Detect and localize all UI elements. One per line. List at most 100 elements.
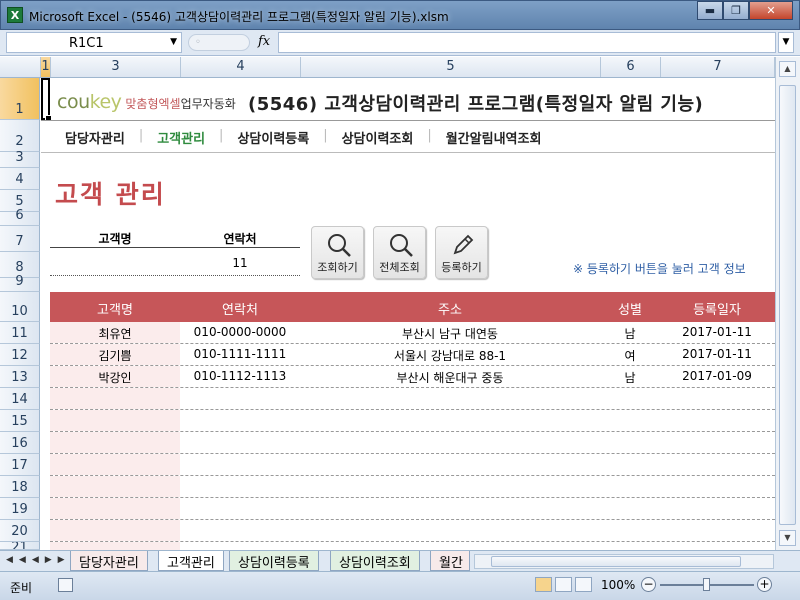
vertical-scrollbar[interactable]: ▲ ▼ xyxy=(775,57,800,550)
table-row[interactable] xyxy=(50,388,775,410)
row-header[interactable]: 19 xyxy=(0,498,40,520)
column-header[interactable]: 5 xyxy=(301,57,601,77)
column-header-address: 주소 xyxy=(438,303,462,318)
sheet-tab-bar: ◀◀◀▶▶▶ 담당자관리 고객관리 상담이력등록 상담이력조회 월간 xyxy=(0,550,800,571)
table-row[interactable]: 최유연 010-0000-0000 부산시 남구 대연동 남 2017-01-1… xyxy=(50,322,775,344)
name-box-value: R1C1 xyxy=(69,36,104,51)
row-header[interactable]: 20 xyxy=(0,520,40,542)
row-header[interactable]: 12 xyxy=(0,344,40,366)
magnifier-icon xyxy=(390,234,413,257)
row-header[interactable]: 3 xyxy=(0,150,40,168)
table-row[interactable] xyxy=(50,476,775,498)
nav-item-view-consult[interactable]: 상담이력조회 xyxy=(342,128,414,147)
nav-item-customers[interactable]: 고객관리 xyxy=(157,128,205,147)
window-title: Microsoft Excel - (5546) 고객상담이력관리 프로그램(특… xyxy=(29,10,449,24)
zoom-level[interactable]: 100% xyxy=(601,578,635,592)
scroll-up-icon[interactable]: ▲ xyxy=(779,61,796,77)
page-break-view-icon[interactable] xyxy=(575,577,592,592)
column-header[interactable]: 3 xyxy=(51,57,181,77)
insert-function-icon[interactable]: fx xyxy=(258,34,270,49)
nav-item-monthly-alerts[interactable]: 월간알림내역조회 xyxy=(446,128,542,147)
row-header[interactable]: 16 xyxy=(0,432,40,454)
row-header[interactable]: 1 xyxy=(0,78,40,120)
table-header: 고객명 연락처 주소 성별 등록일자 xyxy=(50,292,775,322)
table-row[interactable]: 박강인 010-1112-1113 부산시 해운대구 중동 남 2017-01-… xyxy=(50,366,775,388)
page-title: (5546) 고객상담이력관리 프로그램(특정일자 알림 기능) xyxy=(248,94,704,115)
table-row[interactable] xyxy=(50,542,775,550)
column-header-date: 등록일자 xyxy=(693,303,741,318)
chevron-down-icon[interactable]: ▼ xyxy=(170,37,177,47)
table-row[interactable] xyxy=(50,454,775,476)
nav-item-staff[interactable]: 담당자관리 xyxy=(65,128,125,147)
maximize-button[interactable]: ❐ xyxy=(723,1,749,20)
macro-record-icon[interactable] xyxy=(58,578,73,592)
zoom-out-icon[interactable]: − xyxy=(641,577,656,592)
table-row[interactable]: 김기쁨 010-1111-1111 서울시 강남대로 88-1 여 2017-0… xyxy=(50,344,775,366)
tab-register-consult[interactable]: 상담이력등록 xyxy=(229,551,319,571)
excel-app-icon[interactable]: X xyxy=(7,7,23,23)
column-header[interactable]: 7 xyxy=(661,57,775,77)
register-hint: ※ 등록하기 버튼을 눌러 고객 정보 xyxy=(573,262,746,276)
row-header[interactable]: 14 xyxy=(0,388,40,410)
search-name-label: 고객명 xyxy=(98,232,132,246)
row-header[interactable]: 10 xyxy=(0,292,40,322)
expand-formula-bar-icon[interactable]: ▼ xyxy=(778,32,794,53)
status-ready: 준비 xyxy=(10,581,33,595)
coukey-logo: coukey 맞춤형엑셀업무자동화 xyxy=(57,91,236,113)
scroll-thumb[interactable] xyxy=(491,556,741,567)
row-header[interactable]: 6 xyxy=(0,208,40,226)
column-header-gender: 성별 xyxy=(618,303,642,318)
formula-input[interactable] xyxy=(278,32,776,53)
search-button[interactable]: 조회하기 xyxy=(311,226,364,279)
divider xyxy=(41,152,775,153)
row-header[interactable]: 18 xyxy=(0,476,40,498)
zoom-slider-handle[interactable] xyxy=(703,578,710,591)
pencil-icon xyxy=(453,234,474,255)
active-cell[interactable] xyxy=(41,78,52,122)
row-header[interactable]: 9 xyxy=(0,274,40,292)
register-button[interactable]: 등록하기 xyxy=(435,226,488,279)
status-bar: 준비 100% − + xyxy=(0,571,800,600)
row-header[interactable]: 13 xyxy=(0,366,40,388)
horizontal-scrollbar[interactable] xyxy=(474,554,774,569)
tab-staff[interactable]: 담당자관리 xyxy=(70,551,148,571)
worksheet[interactable]: coukey 맞춤형엑셀업무자동화 (5546) 고객상담이력관리 프로그램(특정… xyxy=(41,78,775,550)
title-bar: X Microsoft Excel - (5546) 고객상담이력관리 프로그램… xyxy=(0,0,800,30)
name-box[interactable]: R1C1 ▼ xyxy=(6,32,182,53)
divider xyxy=(41,120,775,121)
row-header[interactable]: 21 xyxy=(0,542,40,550)
nav-item-register-consult[interactable]: 상담이력등록 xyxy=(237,128,309,147)
normal-view-icon[interactable] xyxy=(535,577,552,592)
page-layout-view-icon[interactable] xyxy=(555,577,572,592)
formula-bar: R1C1 ▼ ◦ fx ▼ xyxy=(0,30,800,56)
row-header[interactable]: 11 xyxy=(0,322,40,344)
tab-view-consult[interactable]: 상담이력조회 xyxy=(330,551,420,571)
column-header-name: 고객명 xyxy=(97,303,133,318)
column-header[interactable]: 4 xyxy=(181,57,301,77)
scroll-thumb[interactable] xyxy=(779,85,796,525)
row-header[interactable]: 2 xyxy=(0,120,40,152)
table-row[interactable] xyxy=(50,432,775,454)
column-header[interactable]: 1 xyxy=(41,57,51,77)
table-row[interactable] xyxy=(50,520,775,542)
column-header-contact: 연락처 xyxy=(222,303,258,318)
minimize-button[interactable]: ▬ xyxy=(697,1,723,20)
table-row[interactable] xyxy=(50,498,775,520)
tab-monthly[interactable]: 월간 xyxy=(430,551,470,571)
zoom-in-icon[interactable]: + xyxy=(757,577,772,592)
table-row[interactable] xyxy=(50,410,775,432)
top-nav: 담당자관리 | 고객관리 | 상담이력등록 | 상담이력조회 | 월간알림내역조… xyxy=(65,128,542,147)
row-header[interactable]: 15 xyxy=(0,410,40,432)
close-button[interactable]: ✕ xyxy=(749,1,793,20)
formula-bar-splitter[interactable]: ◦ xyxy=(188,34,250,51)
column-header[interactable]: 6 xyxy=(601,57,661,77)
section-title: 고객 관리 xyxy=(55,180,166,209)
tab-customers[interactable]: 고객관리 xyxy=(158,551,224,571)
select-all-corner[interactable] xyxy=(0,57,41,77)
view-all-button[interactable]: 전체조회 xyxy=(373,226,426,279)
scroll-down-icon[interactable]: ▼ xyxy=(779,530,796,546)
row-header[interactable]: 4 xyxy=(0,168,40,190)
search-contact-input[interactable]: 11 xyxy=(180,256,300,270)
row-header[interactable]: 7 xyxy=(0,226,40,252)
row-header[interactable]: 17 xyxy=(0,454,40,476)
